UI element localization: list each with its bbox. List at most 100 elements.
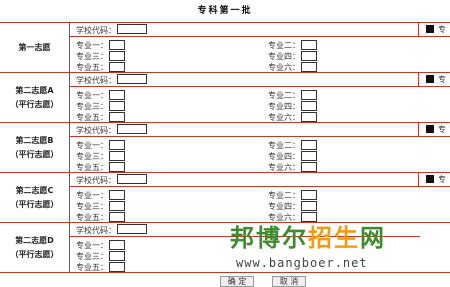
major-3: 专业三： xyxy=(76,101,125,112)
section-name: 第一志愿 xyxy=(18,42,51,52)
watermark-text-orange: 招生 xyxy=(308,224,360,252)
major-1: 专业一： xyxy=(76,190,125,201)
school-code-row: 学校代码： xyxy=(70,23,420,37)
section-sub: （平行志愿） xyxy=(10,249,59,259)
page-title: 专科第一批 xyxy=(197,6,253,16)
major-4-input[interactable] xyxy=(301,51,317,61)
major-3: 专业三： xyxy=(76,151,125,162)
school-code-input[interactable] xyxy=(117,174,147,184)
watermark-text-green: 邦博尔 xyxy=(230,224,308,252)
major-1-input[interactable] xyxy=(109,140,125,150)
school-code-input[interactable] xyxy=(117,74,147,84)
major-6-input[interactable] xyxy=(301,112,317,122)
section-label: 第二志愿C （平行志愿） xyxy=(0,173,70,222)
school-code-input[interactable] xyxy=(117,224,147,234)
checkbox-square[interactable] xyxy=(426,25,434,33)
school-code-label: 学校代码： xyxy=(76,126,116,135)
major-5: 专业五： xyxy=(76,262,125,273)
major-1-input[interactable] xyxy=(109,190,125,200)
school-code-label: 学校代码： xyxy=(76,76,116,85)
major-3-input[interactable] xyxy=(109,151,125,161)
major-5-input[interactable] xyxy=(109,112,125,122)
major-2: 专业二： xyxy=(268,140,317,151)
major-1-input[interactable] xyxy=(109,240,125,250)
checkbox-square[interactable] xyxy=(426,125,434,133)
major-3: 专业三： xyxy=(76,51,125,62)
major-5-input[interactable] xyxy=(109,212,125,222)
major-6: 专业六： xyxy=(268,112,317,123)
watermark-url: www.bangboer.net xyxy=(236,256,368,270)
major-2: 专业二： xyxy=(268,190,317,201)
major-4-input[interactable] xyxy=(301,101,317,111)
major-4-input[interactable] xyxy=(301,201,317,211)
section-second-b: 第二志愿B （平行志愿） 学校代码： 专 专业一： 专业二： 专业三： 专业四：… xyxy=(0,123,450,173)
major-2-input[interactable] xyxy=(301,40,317,50)
section-label: 第二志愿A （平行志愿） xyxy=(0,73,70,122)
major-2: 专业二： xyxy=(268,90,317,101)
school-code-input[interactable] xyxy=(117,24,147,34)
cancel-button[interactable]: 取 消 xyxy=(272,276,306,287)
truncated-label: 专 xyxy=(438,125,446,134)
school-code-label: 学校代码： xyxy=(76,176,116,185)
major-5: 专业五： xyxy=(76,112,125,123)
section-label: 第一志愿 xyxy=(0,23,70,72)
major-3-input[interactable] xyxy=(109,201,125,211)
major-5-input[interactable] xyxy=(109,262,125,272)
section-second-a: 第二志愿A （平行志愿） 学校代码： 专 专业一： 专业二： 专业三： 专业四：… xyxy=(0,73,450,123)
major-2-input[interactable] xyxy=(301,140,317,150)
truncated-label: 专 xyxy=(438,25,446,34)
major-3-input[interactable] xyxy=(109,251,125,261)
school-code-row: 学校代码： xyxy=(70,173,420,187)
section-label: 第二志愿B （平行志愿） xyxy=(0,123,70,172)
section-name: 第二志愿B xyxy=(15,135,54,145)
major-3: 专业三： xyxy=(76,201,125,212)
watermark-text-green2: 网 xyxy=(360,224,386,252)
major-2: 专业二： xyxy=(268,40,317,51)
school-code-label: 学校代码： xyxy=(76,226,116,235)
major-5: 专业五： xyxy=(76,62,125,73)
checkbox-square[interactable] xyxy=(426,75,434,83)
major-5-input[interactable] xyxy=(109,62,125,72)
section-sub: （平行志愿） xyxy=(10,199,59,209)
major-2-input[interactable] xyxy=(301,190,317,200)
major-6: 专业六： xyxy=(268,62,317,73)
major-3-input[interactable] xyxy=(109,51,125,61)
school-code-input[interactable] xyxy=(117,124,147,134)
major-4: 专业四： xyxy=(268,101,317,112)
truncated-label: 专 xyxy=(438,175,446,184)
major-3: 专业三： xyxy=(76,251,125,262)
section-label: 第二志愿D （平行志愿） xyxy=(0,223,70,272)
major-6-input[interactable] xyxy=(301,62,317,72)
major-6-input[interactable] xyxy=(301,162,317,172)
volunteer-grid: 第一志愿 学校代码： 专 专业一： 专业二： 专业三： 专业四： 专业五： 专业… xyxy=(0,22,450,273)
major-5: 专业五： xyxy=(76,162,125,173)
major-1: 专业一： xyxy=(76,140,125,151)
major-1: 专业一： xyxy=(76,240,125,251)
major-1: 专业一： xyxy=(76,40,125,51)
major-2-input[interactable] xyxy=(301,90,317,100)
major-1-input[interactable] xyxy=(109,90,125,100)
section-sub: （平行志愿） xyxy=(10,99,59,109)
section-name: 第二志愿A xyxy=(15,85,54,95)
major-4: 专业四： xyxy=(268,151,317,162)
major-1: 专业一： xyxy=(76,90,125,101)
school-code-row: 学校代码： xyxy=(70,123,420,137)
watermark-logo: 邦博尔招生网 xyxy=(230,218,450,252)
section-name: 第二志愿D xyxy=(15,235,54,245)
major-6: 专业六： xyxy=(268,162,317,173)
major-4: 专业四： xyxy=(268,201,317,212)
section-name: 第二志愿C xyxy=(15,185,54,195)
major-3-input[interactable] xyxy=(109,101,125,111)
section-first-choice: 第一志愿 学校代码： 专 专业一： 专业二： 专业三： 专业四： 专业五： 专业… xyxy=(0,23,450,73)
confirm-button[interactable]: 确 定 xyxy=(220,276,254,287)
major-5: 专业五： xyxy=(76,212,125,223)
school-code-label: 学校代码： xyxy=(76,26,116,35)
major-5-input[interactable] xyxy=(109,162,125,172)
major-1-input[interactable] xyxy=(109,40,125,50)
section-sub: （平行志愿） xyxy=(10,149,59,159)
major-4-input[interactable] xyxy=(301,151,317,161)
major-4: 专业四： xyxy=(268,51,317,62)
checkbox-square[interactable] xyxy=(426,175,434,183)
section-second-c: 第二志愿C （平行志愿） 学校代码： 专 专业一： 专业二： 专业三： 专业四：… xyxy=(0,173,450,223)
school-code-row: 学校代码： xyxy=(70,73,420,87)
